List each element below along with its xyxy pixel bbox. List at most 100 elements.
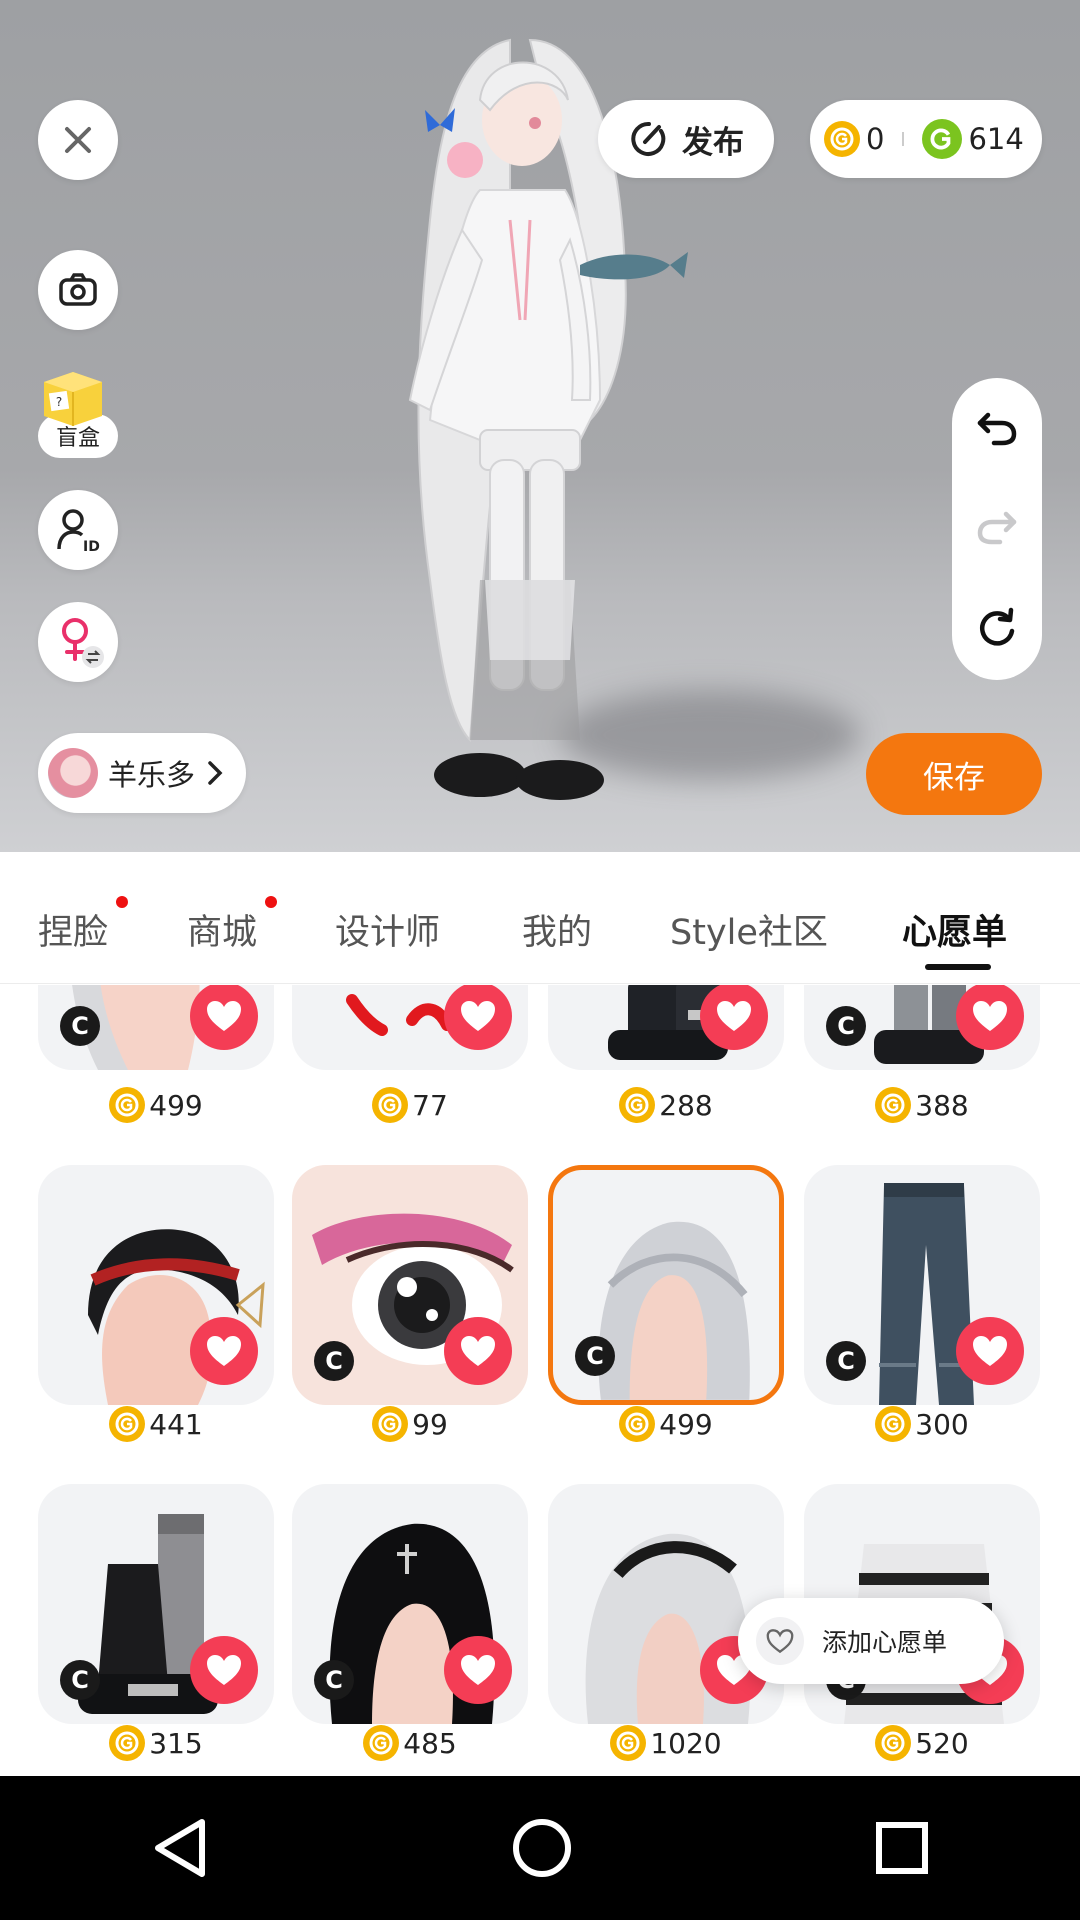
- price-value: 441: [149, 1407, 203, 1441]
- divider: [902, 132, 905, 146]
- creator-badge: C: [826, 1341, 866, 1381]
- heart-icon: [461, 1655, 495, 1685]
- item-price: 499: [548, 1406, 784, 1442]
- heart-icon: [207, 1001, 241, 1031]
- avatar-id-icon: ID: [57, 509, 100, 553]
- tab-designer[interactable]: 设计师: [335, 904, 440, 955]
- female-gender-icon: [62, 618, 104, 668]
- reset-icon[interactable]: [976, 607, 1018, 649]
- wishlist-heart-button[interactable]: [444, 985, 512, 1050]
- item-price: 441: [38, 1406, 274, 1442]
- wishlist-heart-button[interactable]: [956, 1317, 1024, 1385]
- gold-coin-icon: [619, 1087, 656, 1123]
- tab-wishlist[interactable]: 心愿单: [902, 904, 1007, 955]
- item-price: 288: [548, 1087, 784, 1123]
- home-nav-icon[interactable]: [510, 1816, 574, 1880]
- chevron-right-icon: [208, 761, 223, 785]
- wishlist-heart-button[interactable]: [956, 985, 1024, 1050]
- creator-badge: C: [314, 1341, 354, 1381]
- publish-button[interactable]: 发布: [598, 100, 774, 178]
- gold-coin-icon: [109, 1087, 146, 1123]
- gold-coin-icon: [372, 1406, 409, 1442]
- creator-badge: C: [60, 1006, 100, 1046]
- item-price: 77: [292, 1087, 528, 1123]
- price-value: 388: [915, 1088, 969, 1122]
- heart-icon: [973, 1336, 1007, 1366]
- camera-button[interactable]: [38, 250, 118, 330]
- currency-balance[interactable]: 0 614: [810, 100, 1042, 178]
- svg-text:ID: ID: [83, 539, 100, 553]
- item-card[interactable]: [292, 985, 528, 1070]
- heart-icon: [973, 1001, 1007, 1031]
- wishlist-heart-button[interactable]: [444, 1636, 512, 1704]
- redo-icon[interactable]: [976, 508, 1018, 546]
- tab-face[interactable]: 捏脸: [38, 904, 108, 955]
- blindbox-mark: ?: [56, 395, 62, 409]
- price-value: 315: [149, 1726, 203, 1760]
- item-price: 388: [804, 1087, 1040, 1123]
- gold-coin-icon: [610, 1725, 647, 1761]
- item-card[interactable]: [548, 1484, 784, 1724]
- item-card[interactable]: [548, 985, 784, 1070]
- recents-nav-icon[interactable]: [874, 1820, 930, 1876]
- item-card[interactable]: [38, 1165, 274, 1405]
- gold-coin-icon: [619, 1406, 656, 1442]
- close-icon: [65, 127, 91, 153]
- add-to-wishlist-label: 添加心愿单: [822, 1628, 948, 1657]
- gold-balance: 0: [866, 122, 885, 156]
- avatar-viewer[interactable]: 发布 0 614 盲盒 ? ID 羊乐多 保存: [0, 0, 1080, 852]
- camera-icon: [59, 273, 97, 306]
- active-tab-indicator: [925, 964, 991, 970]
- undo-icon[interactable]: [976, 409, 1018, 447]
- item-card[interactable]: C: [292, 1484, 528, 1724]
- heart-icon: [207, 1655, 241, 1685]
- heart-outline-icon: [756, 1617, 804, 1665]
- green-balance: 614: [968, 122, 1024, 156]
- price-value: 77: [412, 1088, 448, 1122]
- item-card[interactable]: C: [38, 985, 274, 1070]
- creator-badge: C: [60, 1660, 100, 1700]
- gender-switch-button[interactable]: [38, 602, 118, 682]
- item-card[interactable]: C: [804, 985, 1040, 1070]
- price-value: 520: [915, 1726, 969, 1760]
- gold-coin-icon: [824, 121, 860, 157]
- item-card[interactable]: C: [38, 1484, 274, 1724]
- tab-mine[interactable]: 我的: [522, 904, 592, 955]
- item-card[interactable]: C: [292, 1165, 528, 1405]
- heart-icon: [461, 1001, 495, 1031]
- item-price: 485: [292, 1725, 528, 1761]
- item-card[interactable]: C: [804, 1165, 1040, 1405]
- item-price: 520: [804, 1725, 1040, 1761]
- publish-icon: [631, 121, 666, 156]
- user-profile-button[interactable]: 羊乐多: [38, 733, 246, 813]
- blindbox-icon[interactable]: ?: [40, 362, 106, 428]
- wishlist-heart-button[interactable]: [444, 1317, 512, 1385]
- green-coin-icon: [922, 119, 963, 159]
- item-price: 1020: [548, 1725, 784, 1761]
- category-tabs: 捏脸 商城 设计师 我的 Style社区 心愿单: [0, 852, 1080, 984]
- price-value: 288: [659, 1088, 713, 1122]
- item-price: 499: [38, 1087, 274, 1123]
- history-controls: [952, 378, 1042, 680]
- creator-badge: C: [314, 1660, 354, 1700]
- wishlist-heart-button[interactable]: [190, 1317, 258, 1385]
- wishlist-heart-button[interactable]: [700, 985, 768, 1050]
- price-value: 499: [149, 1088, 203, 1122]
- price-value: 99: [412, 1407, 448, 1441]
- blindbox-label: 盲盒: [55, 426, 100, 451]
- wishlist-heart-button[interactable]: [190, 1636, 258, 1704]
- save-button[interactable]: 保存: [866, 733, 1042, 815]
- item-price: 300: [804, 1406, 1040, 1442]
- creator-badge: C: [575, 1336, 615, 1376]
- gold-coin-icon: [875, 1087, 912, 1123]
- price-value: 499: [659, 1407, 713, 1441]
- tab-style-community[interactable]: Style社区: [670, 904, 828, 955]
- close-button[interactable]: [38, 100, 118, 180]
- item-card-selected[interactable]: C: [548, 1165, 784, 1405]
- gold-coin-icon: [109, 1725, 146, 1761]
- wishlist-heart-button[interactable]: [190, 985, 258, 1050]
- tab-mall[interactable]: 商城: [187, 904, 257, 955]
- avatar-id-button[interactable]: ID: [38, 490, 118, 570]
- add-to-wishlist-popup[interactable]: 添加心愿单: [738, 1598, 1004, 1684]
- back-nav-icon[interactable]: [150, 1816, 210, 1880]
